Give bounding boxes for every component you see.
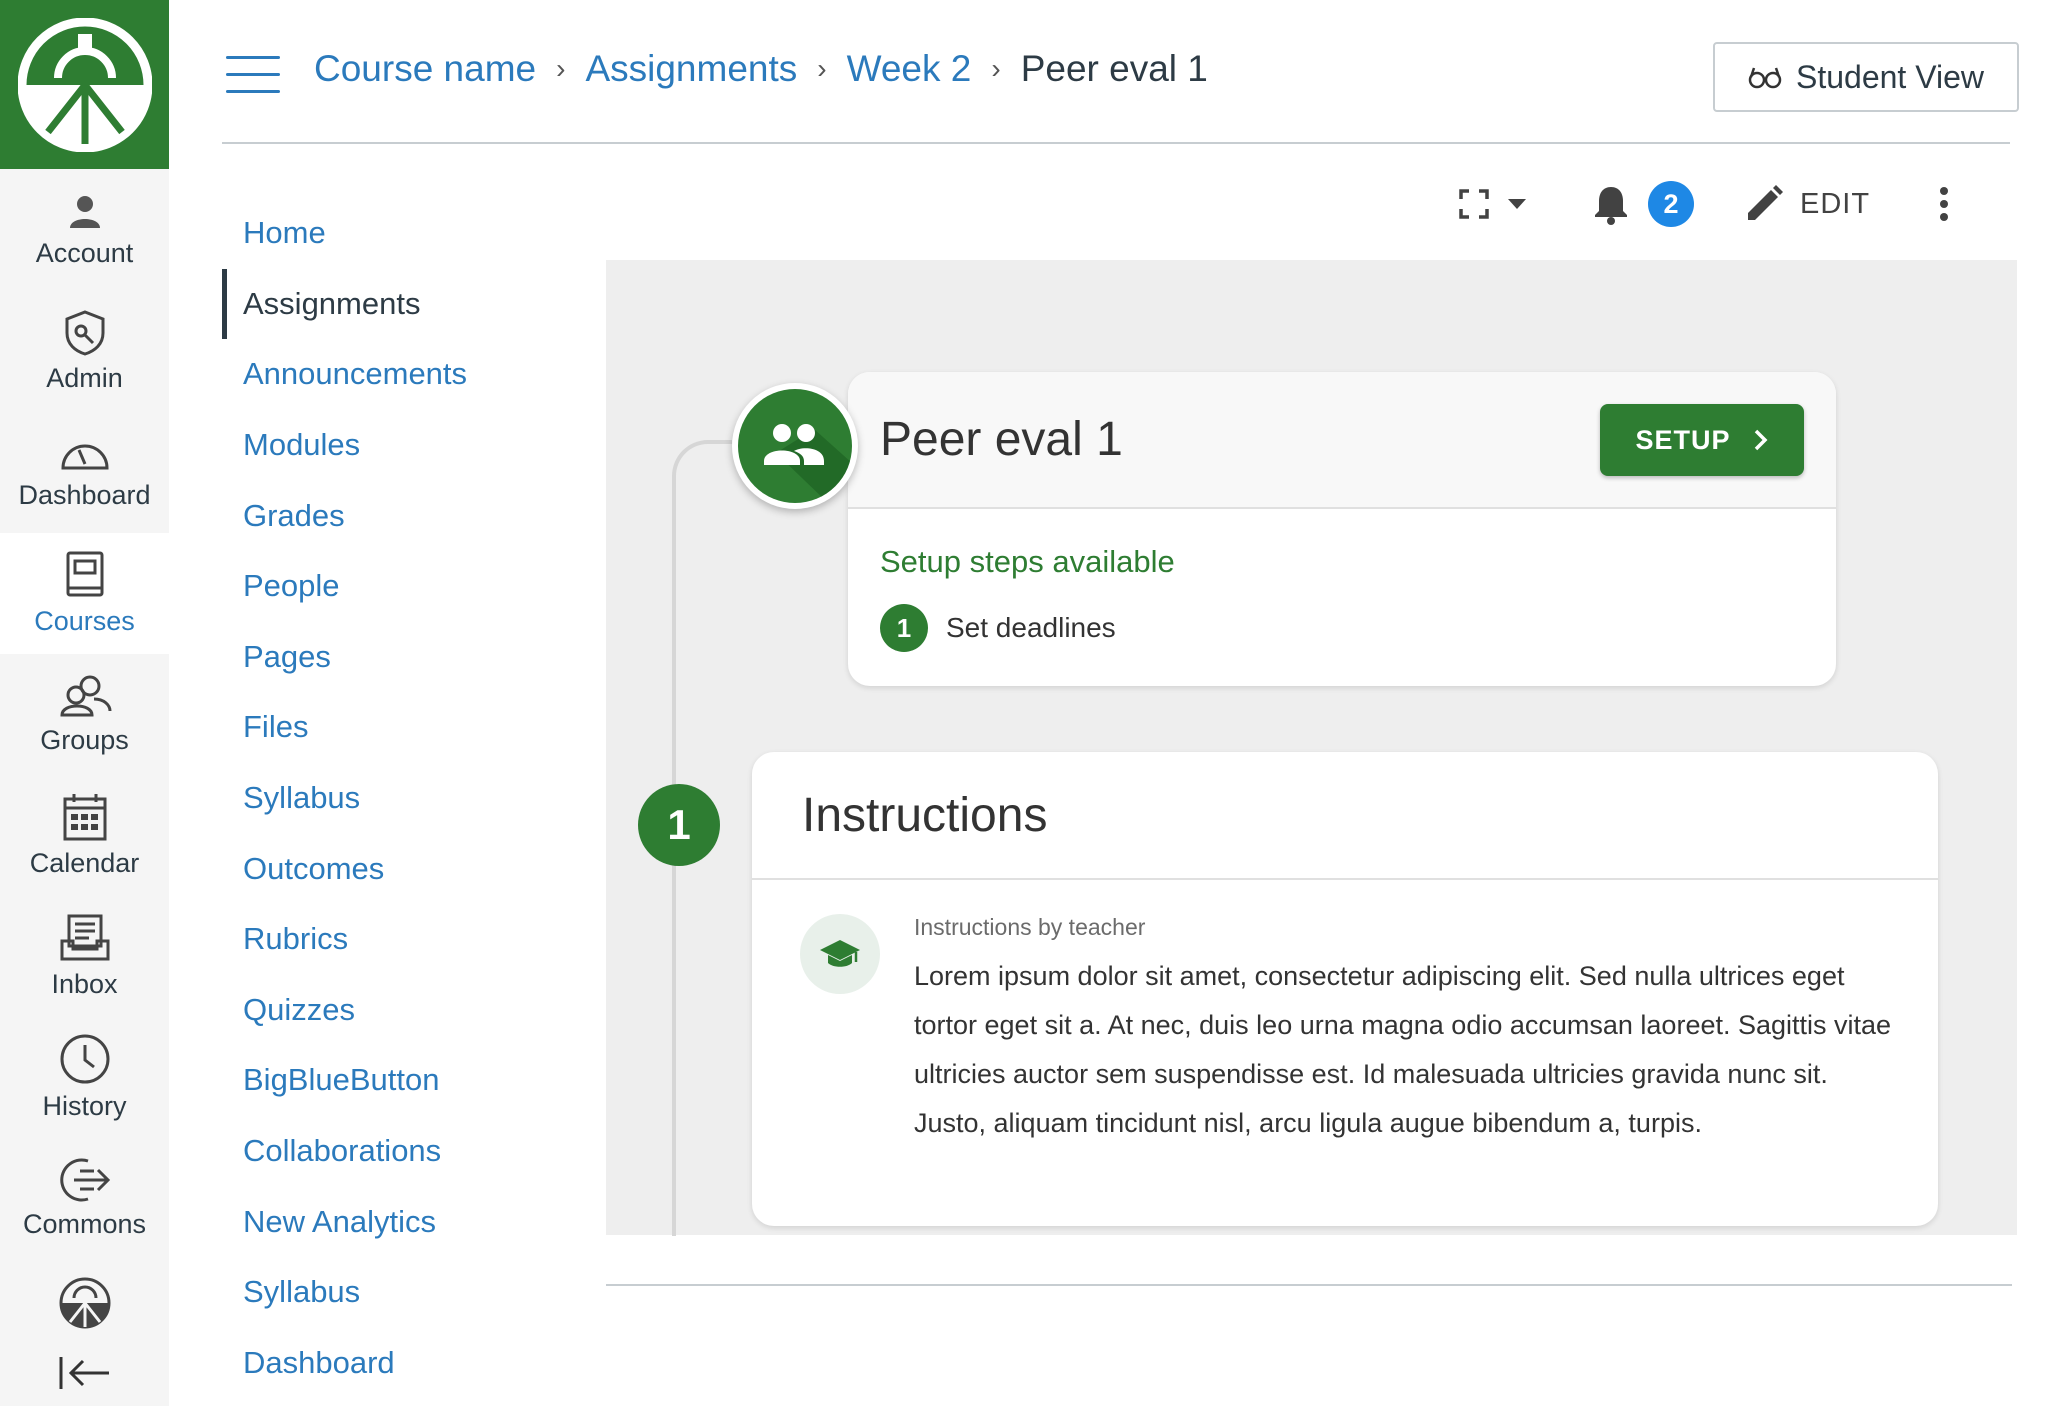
institution-logo[interactable] — [0, 0, 169, 169]
chevron-right-icon: › — [556, 53, 566, 84]
nav-calendar-label: Calendar — [29, 848, 140, 878]
nav-inbox-label: Inbox — [51, 969, 118, 999]
section-number: 1 — [638, 784, 720, 866]
menu-toggle-button[interactable] — [226, 56, 280, 94]
pencil-icon — [1748, 185, 1783, 220]
global-nav: Account Admin Dashboard Courses Groups C… — [0, 0, 169, 1406]
nav-inbox[interactable]: Inbox — [0, 896, 169, 1017]
nav-courses-label: Courses — [34, 606, 135, 636]
breadcrumb-course[interactable]: Course name — [314, 48, 536, 90]
collapse-icon — [59, 1357, 109, 1389]
group-icon — [764, 424, 852, 503]
edit-button[interactable]: EDIT — [1744, 176, 1870, 232]
instructions-title: Instructions — [752, 752, 1938, 880]
footer-divider — [606, 1284, 2012, 1286]
course-nav: Home Assignments Announcements Modules G… — [222, 198, 582, 1398]
assignment-card: Peer eval 1 SETUP Setup steps available … — [848, 372, 1836, 686]
courses-icon — [66, 551, 103, 597]
bell-icon — [1595, 187, 1627, 225]
setup-button[interactable]: SETUP — [1600, 404, 1804, 476]
assignment-type-avatar — [732, 383, 858, 509]
chevron-right-icon: › — [817, 53, 827, 84]
chevron-right-icon: › — [991, 53, 1001, 84]
nav-groups[interactable]: Groups — [0, 654, 169, 775]
assignment-card-header: Peer eval 1 SETUP — [848, 372, 1836, 509]
history-icon — [60, 1034, 109, 1084]
commons-icon — [59, 1158, 110, 1202]
nav-courses[interactable]: Courses — [0, 533, 169, 654]
student-view-button[interactable]: Student View — [1713, 42, 2019, 112]
nav-account-label: Account — [35, 238, 134, 268]
nav-admin-label: Admin — [46, 363, 123, 393]
edit-label: EDIT — [1800, 187, 1871, 220]
more-vert-icon — [1940, 187, 1948, 221]
nav-dashboard[interactable]: Dashboard — [0, 412, 169, 533]
course-nav-grades[interactable]: Grades — [222, 480, 582, 551]
fullscreen-menu-button[interactable] — [1458, 176, 1528, 232]
nav-commons-label: Commons — [22, 1209, 147, 1239]
course-nav-syllabus[interactable]: Syllabus — [222, 763, 582, 834]
breadcrumb-week[interactable]: Week 2 — [847, 48, 972, 90]
breadcrumb: Course name › Assignments › Week 2 › Pee… — [314, 48, 1208, 90]
fullscreen-icon — [1459, 189, 1489, 219]
logo-icon — [17, 17, 152, 152]
assignment-title: Peer eval 1 — [880, 413, 1123, 466]
nav-commons[interactable]: Commons — [0, 1138, 169, 1259]
notification-badge: 2 — [1648, 181, 1694, 227]
step-label: Set deadlines — [946, 612, 1116, 643]
nav-dashboard-label: Dashboard — [18, 480, 151, 510]
instructions-card: Instructions Instructions by teacher Lor… — [752, 752, 1938, 1226]
course-nav-people[interactable]: People — [222, 551, 582, 622]
inbox-icon — [60, 914, 109, 961]
more-options-button[interactable] — [1938, 176, 1950, 232]
course-nav-pages[interactable]: Pages — [222, 622, 582, 693]
groups-icon — [59, 675, 111, 717]
brand-mark-icon — [59, 1277, 110, 1329]
course-nav-outcomes[interactable]: Outcomes — [222, 833, 582, 904]
course-nav-rubrics[interactable]: Rubrics — [222, 904, 582, 975]
nav-account[interactable]: Account — [0, 170, 169, 291]
setup-step-item[interactable]: 1 Set deadlines — [880, 604, 1116, 652]
course-nav-home[interactable]: Home — [222, 198, 582, 269]
course-nav-assignments[interactable]: Assignments — [222, 268, 582, 340]
breadcrumb-assignments[interactable]: Assignments — [585, 48, 797, 90]
course-nav-dashboard[interactable]: Dashboard — [222, 1328, 582, 1399]
collapse-nav-button[interactable] — [0, 1338, 169, 1406]
account-icon — [69, 196, 100, 228]
course-nav-syllabus-2[interactable]: Syllabus — [222, 1257, 582, 1328]
setup-status: Setup steps available — [880, 544, 1175, 579]
calendar-icon — [63, 794, 106, 841]
step-number: 1 — [880, 604, 928, 652]
header-divider — [222, 142, 2010, 144]
course-nav-modules[interactable]: Modules — [222, 410, 582, 481]
setup-label: SETUP — [1635, 424, 1731, 455]
course-nav-new-analytics[interactable]: New Analytics — [222, 1186, 582, 1257]
caret-down-icon — [1508, 199, 1526, 209]
course-nav-bigbluebutton[interactable]: BigBlueButton — [222, 1045, 582, 1116]
course-nav-announcements[interactable]: Announcements — [222, 339, 582, 410]
nav-history[interactable]: History — [0, 1017, 169, 1138]
instructions-body: Lorem ipsum dolor sit amet, consectetur … — [914, 961, 1892, 1138]
breadcrumb-current: Peer eval 1 — [1020, 48, 1208, 89]
notifications-button[interactable]: 2 — [1592, 176, 1694, 232]
course-nav-files[interactable]: Files — [222, 692, 582, 763]
nav-admin[interactable]: Admin — [0, 291, 169, 412]
nav-history-label: History — [42, 1091, 127, 1121]
nav-groups-label: Groups — [40, 725, 129, 755]
graduation-cap-icon — [820, 940, 860, 967]
instructions-byline: Instructions by teacher — [914, 914, 1146, 940]
glasses-icon — [1748, 67, 1782, 89]
admin-icon — [65, 310, 104, 356]
nav-brand-footer[interactable] — [0, 1268, 169, 1338]
student-view-label: Student View — [1796, 58, 1984, 95]
teacher-avatar — [800, 914, 880, 994]
chevron-right-icon — [1754, 429, 1767, 451]
nav-calendar[interactable]: Calendar — [0, 775, 169, 896]
course-nav-quizzes[interactable]: Quizzes — [222, 975, 582, 1046]
dashboard-icon — [60, 444, 109, 470]
course-nav-collaborations[interactable]: Collaborations — [222, 1116, 582, 1187]
